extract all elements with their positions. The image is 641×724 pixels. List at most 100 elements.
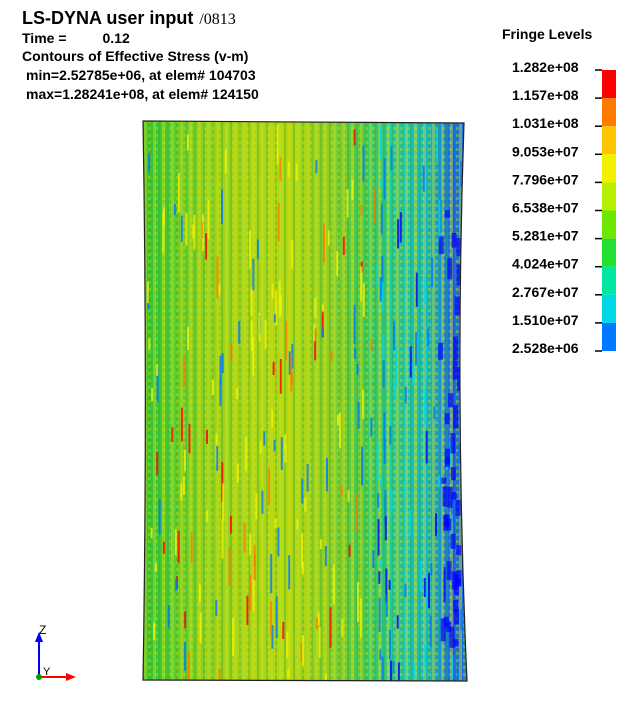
contour-mark [390,489,393,513]
contour-mark [425,430,428,464]
contour-mark [207,199,210,240]
contour-mark [373,187,375,223]
contour-mark [383,158,386,200]
contour-mark [279,295,282,316]
contour-mark [359,598,362,638]
contour-mark [361,446,363,486]
contour-mark [424,276,427,304]
contour-mark [156,451,159,476]
contour-mark [324,546,327,567]
contour-mark [206,429,208,444]
contour-mark [379,277,382,302]
contour-mark [290,353,293,392]
contour-mark [288,555,291,590]
contour-mark [148,153,151,173]
contour-mark [454,609,460,625]
contour-mark [180,483,183,501]
contour-mark [360,266,363,302]
contour-mark [146,281,149,304]
contour-mark [271,283,274,299]
contour-mark [336,251,339,277]
contour-mark [284,444,287,463]
contour-mark [329,607,332,648]
contour-mark [440,618,446,642]
contour-mark [390,146,393,171]
contour-mark [379,125,382,159]
contour-mark [444,514,450,527]
contour-mark [351,179,354,200]
fringe-plot[interactable] [0,0,641,724]
contour-mark [427,328,430,347]
contour-mark [379,649,382,661]
contour-mark [193,214,196,250]
contour-mark [455,499,461,516]
contour-mark [221,353,224,374]
y-axis-label: Y [43,666,51,678]
contour-mark [212,379,214,395]
contour-mark [360,204,363,216]
contour-mark [186,134,189,151]
contour-mark [154,563,157,572]
contour-mark [378,571,381,584]
contour-mark [447,258,453,280]
contour-mark [383,438,386,464]
contour-mark [148,338,151,351]
contour-mark [250,320,253,352]
contour-mark [258,312,261,342]
contour-mark [302,635,305,666]
contour-mark [190,532,193,563]
contour-mark [453,336,459,361]
contour-mark [275,596,278,639]
contour-mark [255,493,258,520]
contour-mark [435,513,437,537]
contour-mark [177,173,180,213]
contour-mark [382,360,385,388]
contour-mark [313,323,316,342]
contour-mark [156,364,159,376]
contour-mark [396,615,399,629]
contour-mark [444,210,450,218]
contour-mark [413,663,416,678]
contour-mark [424,644,427,668]
contour-mark [163,207,165,225]
contour-mark [274,518,277,528]
contour-mark [380,177,383,187]
contour-mark [171,427,174,443]
contour-mark [276,124,279,165]
contour-mark [441,477,447,484]
contour-mark [393,321,396,351]
contour-mark [228,547,231,586]
contour-mark [390,660,392,681]
contour-mark [229,516,232,534]
contour-mark [277,527,280,557]
contour-mark [450,433,456,454]
contour-mark [268,468,271,506]
x-arrow-icon [66,673,76,681]
contour-mark [425,338,427,379]
contour-mark [388,629,391,660]
contour-mark [423,578,426,597]
contour-mark [221,189,223,224]
contour-mark [150,528,153,539]
contour-mark [218,668,221,681]
contour-mark [397,219,400,249]
contour-mark [370,417,373,437]
contour-mark [380,203,383,235]
contour-mark [403,482,406,500]
contour-mark [370,339,373,351]
contour-mark [429,615,432,648]
contour-mark [357,582,360,623]
contour-mark [224,149,227,174]
contour-mark [451,492,457,500]
contour-mark [296,519,299,530]
contour-mark [322,223,325,263]
contour-mark [182,476,185,495]
contour-mark [415,272,418,307]
contour-mark [362,282,365,317]
contour-mark [388,580,391,590]
contour-mark [327,230,330,246]
contour-mark [409,510,412,537]
contour-mark [319,539,322,550]
contour-mark [301,478,304,504]
contour-mark [336,414,339,426]
